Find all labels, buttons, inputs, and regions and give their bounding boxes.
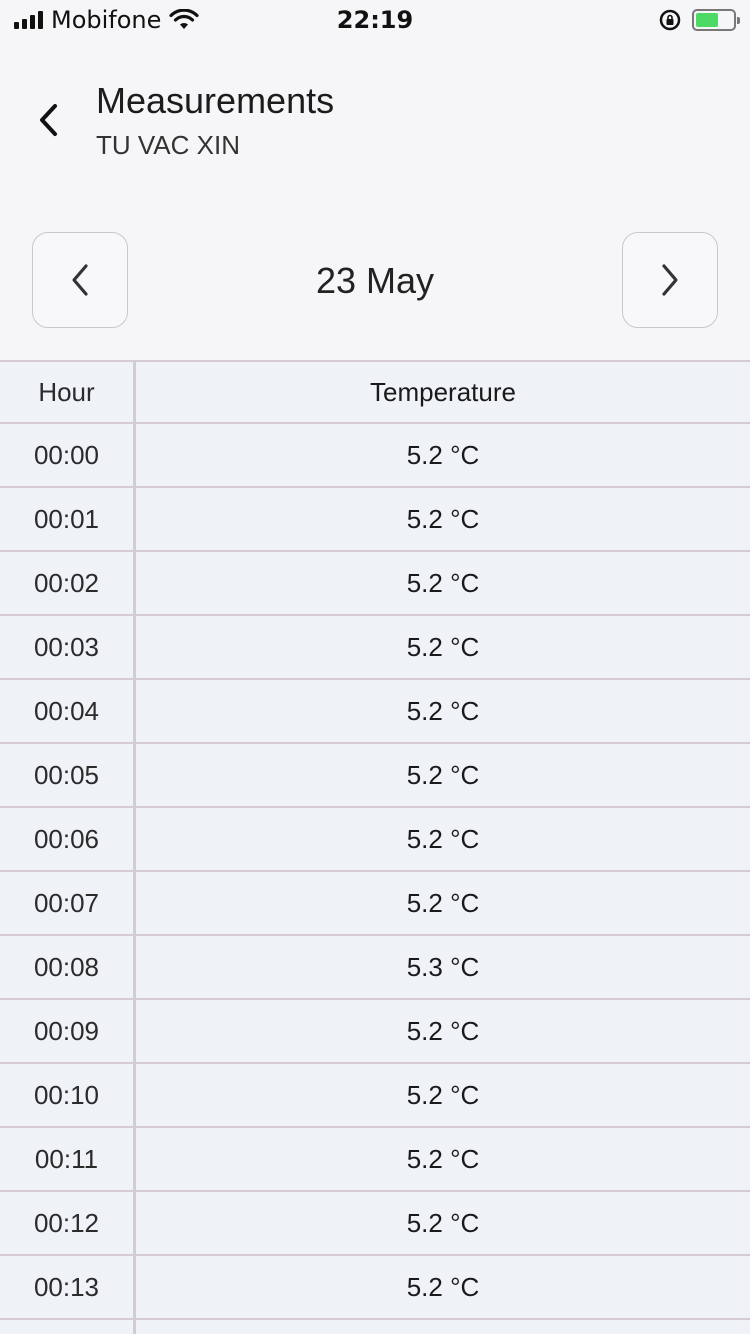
- temperature-cell: 5.2 °C: [406, 1207, 480, 1238]
- temperature-cell: 5.3 °C: [406, 951, 480, 982]
- table-row[interactable]: 00:00 5.2 °C: [0, 424, 750, 488]
- hour-cell: 00:07: [0, 872, 136, 934]
- header: Measurements TU VAC XIN: [0, 60, 750, 180]
- column-header-temperature: Temperature: [370, 376, 516, 407]
- date-navigator: 23 May: [0, 232, 750, 328]
- temperature-cell: 5.2 °C: [406, 567, 480, 598]
- status-time: 22:19: [336, 6, 414, 34]
- table-row[interactable]: 00:07 5.2 °C: [0, 872, 750, 936]
- temperature-cell: 5.2 °C: [406, 1143, 480, 1174]
- status-bar: Mobifone 22:19: [0, 0, 750, 40]
- chevron-right-icon: [662, 264, 678, 296]
- hour-cell: 00:01: [0, 488, 136, 550]
- battery-charging-icon: [692, 9, 740, 31]
- temperature-cell: 5.2 °C: [406, 695, 480, 726]
- hour-cell: 00:00: [0, 424, 136, 486]
- temperature-cell: 5.2 °C: [406, 1015, 480, 1046]
- temperature-cell: 5.2 °C: [406, 439, 480, 470]
- hour-cell: 00:05: [0, 744, 136, 806]
- table-header-row: Hour Temperature: [0, 362, 750, 424]
- table-row[interactable]: 00:04 5.2 °C: [0, 680, 750, 744]
- hour-cell: 00:08: [0, 936, 136, 998]
- hour-cell: 00:03: [0, 616, 136, 678]
- hour-cell: 00:09: [0, 1000, 136, 1062]
- hour-cell: 00:12: [0, 1192, 136, 1254]
- temperature-cell: 5.2 °C: [406, 759, 480, 790]
- temperature-cell: 5.2 °C: [406, 1271, 480, 1302]
- table-row[interactable]: 00:12 5.2 °C: [0, 1192, 750, 1256]
- table-row[interactable]: 00:11 5.2 °C: [0, 1128, 750, 1192]
- temperature-cell: 5.2 °C: [406, 887, 480, 918]
- table-row[interactable]: 00:09 5.2 °C: [0, 1000, 750, 1064]
- hour-cell: 00:10: [0, 1064, 136, 1126]
- page-title: Measurements: [96, 80, 335, 121]
- measurements-table[interactable]: Hour Temperature 00:00 5.2 °C 00:01 5.2 °C 0…: [0, 360, 750, 1334]
- table-row[interactable]: 00:05 5.2 °C: [0, 744, 750, 808]
- hour-cell: 00:06: [0, 808, 136, 870]
- table-row[interactable]: 00:06 5.2 °C: [0, 808, 750, 872]
- table-row-partial: [0, 1320, 750, 1334]
- hour-cell: 00:04: [0, 680, 136, 742]
- next-day-button[interactable]: [622, 232, 718, 328]
- column-header-hour: Hour: [0, 362, 136, 422]
- temperature-cell: 5.2 °C: [406, 823, 480, 854]
- table-row[interactable]: 00:03 5.2 °C: [0, 616, 750, 680]
- temperature-cell: 5.2 °C: [406, 1079, 480, 1110]
- hour-cell: 00:11: [0, 1128, 136, 1190]
- table-row[interactable]: 00:08 5.3 °C: [0, 936, 750, 1000]
- table-row[interactable]: 00:02 5.2 °C: [0, 552, 750, 616]
- page-subtitle: TU VAC XIN: [96, 130, 240, 160]
- temperature-cell: 5.2 °C: [406, 503, 480, 534]
- hour-cell: 00:13: [0, 1256, 136, 1318]
- table-row[interactable]: 00:13 5.2 °C: [0, 1256, 750, 1320]
- table-row[interactable]: 00:10 5.2 °C: [0, 1064, 750, 1128]
- back-button[interactable]: [28, 96, 68, 144]
- temperature-cell: 5.2 °C: [406, 631, 480, 662]
- chevron-left-icon: [40, 104, 57, 136]
- hour-cell: 00:02: [0, 552, 136, 614]
- table-row[interactable]: 00:01 5.2 °C: [0, 488, 750, 552]
